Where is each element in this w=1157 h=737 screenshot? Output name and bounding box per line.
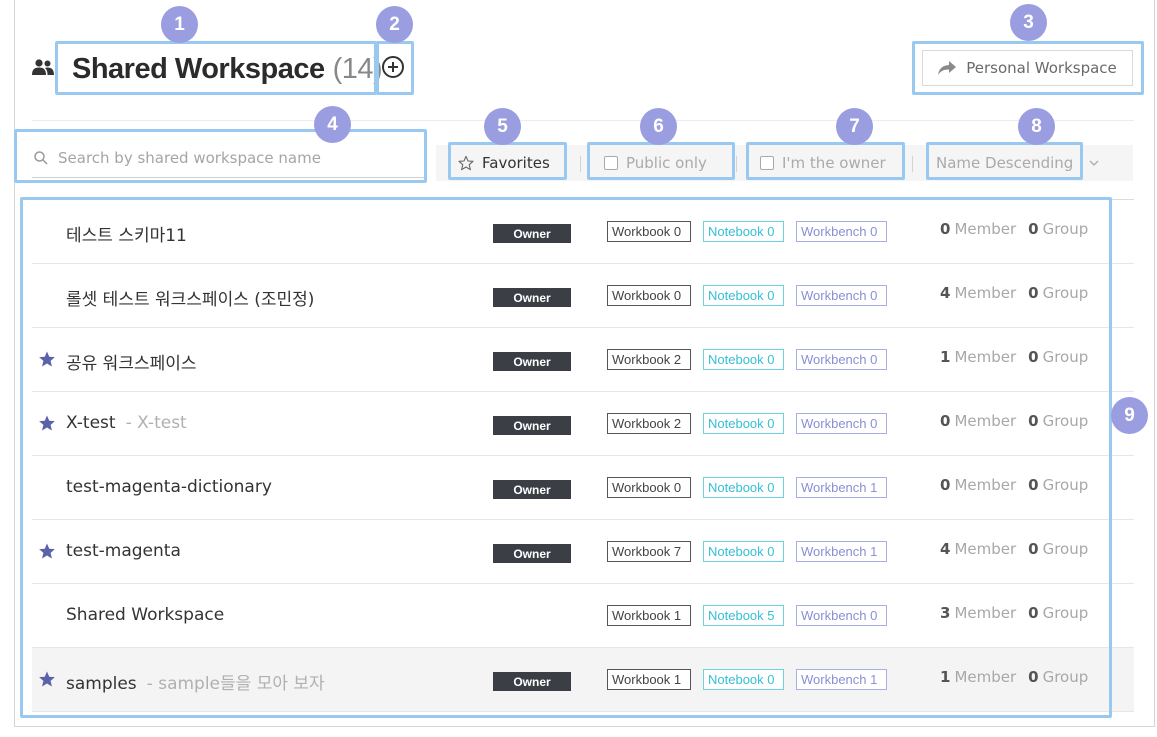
annotation-badge: 6 [640,108,677,145]
annotation-badge: 4 [314,106,351,143]
users-icon [32,59,54,75]
annotation-badge: 9 [1111,397,1148,434]
annotation-box-9 [20,197,1112,718]
filter-divider [912,156,913,172]
annotation-box-7 [746,142,905,180]
annotation-badge: 2 [376,6,413,43]
annotation-box-8 [926,142,1083,180]
header-divider [32,120,1134,121]
annotation-badge: 1 [161,6,198,43]
annotation-badge: 5 [484,108,521,145]
chevron-down-icon [1089,160,1099,166]
annotation-box-3 [912,41,1144,95]
annotation-badge: 8 [1018,108,1055,145]
annotation-box-6 [587,142,735,180]
annotation-box-5 [448,142,567,180]
annotation-badge: 3 [1010,4,1047,41]
filter-divider [736,156,737,172]
annotation-badge: 7 [836,108,873,145]
annotation-box-4 [14,129,427,183]
annotation-box-1 [55,41,377,95]
annotation-box-2 [376,41,414,95]
filter-divider [580,156,581,172]
